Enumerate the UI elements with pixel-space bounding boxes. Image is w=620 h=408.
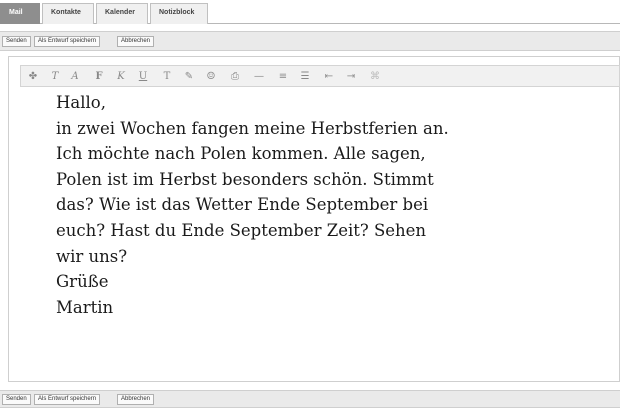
message-line: wir uns? [56,246,128,266]
top-action-bar: Senden Als Entwurf speichern Abbrechen [0,31,620,51]
italic-icon[interactable]: K [113,69,129,85]
tab-bar: Mail Kontakte Kalender Notizblock [0,0,620,24]
align-icon[interactable]: ≡ [275,69,291,85]
message-line: Ich möchte nach Polen kommen. Alle sagen… [56,144,426,164]
print-icon[interactable]: ⎙ [227,69,243,85]
outdent-icon[interactable]: ⇤ [321,69,337,85]
list-icon[interactable]: ☰ [297,69,313,85]
send-button[interactable]: Senden [2,394,31,405]
message-line: Grüße [56,272,109,292]
link-icon[interactable]: ⌘ [367,69,383,85]
indent-icon[interactable]: ⇥ [343,69,359,85]
message-line: das? Wie ist das Wetter Ende September b… [56,195,429,215]
tab-kalender[interactable]: Kalender [96,3,148,24]
message-line: euch? Hast du Ende September Zeit? Sehen [56,220,427,240]
horizontal-rule-icon[interactable]: — [251,69,267,85]
font-size-icon[interactable]: 𝑇 [47,69,63,85]
message-body[interactable]: Hallo, in zwei Wochen fangen meine Herbs… [56,90,616,320]
cancel-button[interactable]: Abbrechen [117,394,155,405]
message-line: Martin [56,297,114,317]
save-draft-button[interactable]: Als Entwurf speichern [34,394,101,405]
formatting-toolbar: ✤ 𝑇 𝐴 F K U T ✎ ☺ ⎙ — ≡ ☰ ⇤ ⇥ ⌘ [20,65,620,87]
send-button[interactable]: Senden [2,36,31,47]
draw-icon[interactable]: ✎ [181,69,197,85]
save-draft-button[interactable]: Als Entwurf speichern [34,36,101,47]
cancel-button[interactable]: Abbrechen [117,36,155,47]
message-line: Hallo, [56,93,106,112]
spellcheck-icon[interactable]: ✤ [25,69,41,85]
emoji-icon[interactable]: ☺ [203,69,219,85]
message-line: in zwei Wochen fangen meine Herbstferien… [56,118,449,138]
font-color-icon[interactable]: 𝐴 [67,69,83,85]
bottom-action-bar: Senden Als Entwurf speichern Abbrechen [0,390,620,408]
tab-kontakte[interactable]: Kontakte [42,3,94,24]
tab-mail[interactable]: Mail [0,3,40,24]
message-line: Polen ist im Herbst besonders schön. Sti… [56,169,434,189]
underline-icon[interactable]: U [135,69,151,85]
clear-format-icon[interactable]: T [159,69,175,85]
bold-icon[interactable]: F [91,69,107,85]
tab-notizblock[interactable]: Notizblock [150,3,208,24]
